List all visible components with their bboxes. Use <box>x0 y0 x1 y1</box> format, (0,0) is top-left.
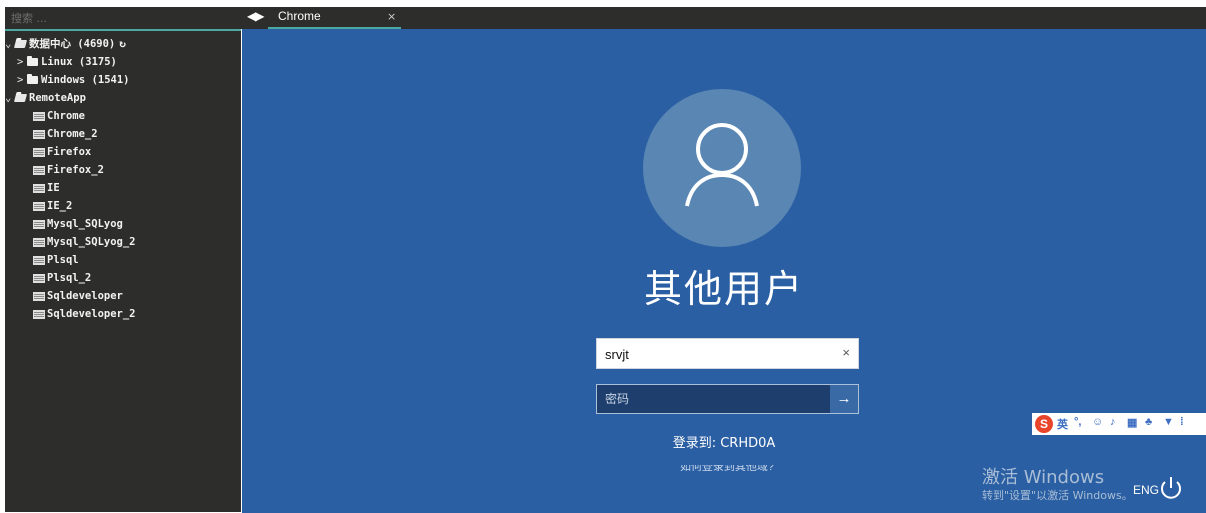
tree-folder-item[interactable]: > Linux (3175) <box>17 53 117 71</box>
tab-close-icon[interactable]: × <box>387 10 396 23</box>
tab-bar: ◀▶ Chrome × <box>241 7 1206 29</box>
tab-label: Chrome <box>278 9 321 23</box>
activation-watermark-title: 激活 Windows <box>982 467 1105 488</box>
tree-folder-item[interactable]: ⌄ RemoteApp <box>5 89 86 107</box>
chevron-down-icon[interactable]: ⌄ <box>5 89 15 107</box>
chevron-right-icon[interactable]: > <box>17 53 27 71</box>
tab-nav-arrows-icon[interactable]: ◀▶ <box>247 9 264 23</box>
ime-language-toggle[interactable]: 英 <box>1057 416 1068 432</box>
tree-item-label: Chrome_2 <box>47 128 98 140</box>
username-field[interactable]: × <box>596 338 859 369</box>
folder-open-icon <box>13 94 28 102</box>
folder-open-icon <box>13 40 28 48</box>
toolbox-icon[interactable]: ♣ <box>1145 416 1152 428</box>
user-avatar <box>643 89 801 247</box>
ime-logo-icon[interactable]: S <box>1035 415 1053 433</box>
user-icon <box>685 123 759 207</box>
tree-item-label: 数据中心 (4690) <box>29 38 116 50</box>
tree-app-item[interactable]: Plsql <box>33 251 79 269</box>
tab-chrome[interactable]: Chrome × <box>268 7 401 29</box>
tree-folder-item[interactable]: ⌄ 数据中心 (4690) ↻ <box>5 35 126 53</box>
tree-item-label: Mysql_SQLyog_2 <box>47 236 136 248</box>
search-input[interactable] <box>11 10 231 26</box>
punctuation-icon[interactable]: °, <box>1074 416 1081 428</box>
folder-icon <box>27 56 38 66</box>
refresh-icon[interactable]: ↻ <box>119 37 126 50</box>
tree-item-label: Windows (1541) <box>41 74 130 86</box>
more-icon[interactable]: ⁞ <box>1180 416 1184 428</box>
password-field[interactable]: → <box>596 384 859 414</box>
app-window-icon <box>33 165 45 175</box>
app-window-icon <box>33 201 45 211</box>
app-window-icon <box>33 255 45 265</box>
app-window-icon <box>33 147 45 157</box>
keyboard-icon[interactable]: ▦ <box>1127 416 1137 429</box>
tree-item-label: Chrome <box>47 110 85 122</box>
tree-item-label: Sqldeveloper <box>47 290 123 302</box>
forgot-domain-link[interactable]: 如何登录到其他域? <box>662 465 792 471</box>
chevron-right-icon[interactable]: > <box>17 71 27 89</box>
power-symbol-icon <box>1161 477 1181 499</box>
tree-item-label: Firefox <box>47 146 92 158</box>
tree-app-item[interactable]: IE_2 <box>33 197 72 215</box>
tree-app-item[interactable]: IE <box>33 179 60 197</box>
tree-app-item[interactable]: Mysql_SQLyog <box>33 215 123 233</box>
tree-app-item[interactable]: Sqldeveloper <box>33 287 123 305</box>
tree-item-label: Linux (3175) <box>41 56 117 68</box>
chevron-down-icon[interactable]: ⌄ <box>5 35 15 53</box>
tree-app-item[interactable]: Chrome <box>33 107 85 125</box>
microphone-icon[interactable]: ♪ <box>1110 416 1116 428</box>
remote-desktop: 其他用户 × → 登录到: CRHD0A 如何登录到其他域? S 英 °, ☺ … <box>242 29 1206 513</box>
tree-app-item[interactable]: Chrome_2 <box>33 125 98 143</box>
app-window-icon <box>33 219 45 229</box>
ime-toolbar[interactable]: S 英 °, ☺ ♪ ▦ ♣ ▼ ⁞ <box>1032 413 1206 435</box>
app-window-icon <box>33 237 45 247</box>
app-window-icon <box>33 291 45 301</box>
tree-item-label: Plsql_2 <box>47 272 92 284</box>
skin-icon[interactable]: ▼ <box>1163 416 1174 428</box>
submit-arrow-button[interactable]: → <box>830 385 858 413</box>
tree-item-label: IE <box>47 182 60 194</box>
app-window-icon <box>33 273 45 283</box>
tree-app-item[interactable]: Firefox <box>33 143 91 161</box>
folder-icon <box>27 74 38 84</box>
sidebar: ⌄ 数据中心 (4690)↻ > Linux (3175) > Windows (1541… <box>5 7 241 512</box>
app-window-icon <box>33 129 45 139</box>
power-icon[interactable] <box>1156 473 1186 503</box>
activation-watermark-text: 转到"设置"以激活 Windows。 <box>982 489 1133 502</box>
tree-app-item[interactable]: Mysql_SQLyog_2 <box>33 233 136 251</box>
username-input[interactable] <box>605 344 825 364</box>
tree-item-label: RemoteApp <box>29 92 86 104</box>
tree-item-label: IE_2 <box>47 200 73 212</box>
clear-icon[interactable]: × <box>842 345 850 360</box>
tree-app-item[interactable]: Firefox_2 <box>33 161 104 179</box>
tree-app-item[interactable]: Plsql_2 <box>33 269 91 287</box>
tree-app-item[interactable]: Sqldeveloper_2 <box>33 305 136 323</box>
search-box <box>5 7 241 31</box>
emoji-icon[interactable]: ☺ <box>1092 416 1103 428</box>
password-input[interactable] <box>605 390 825 408</box>
tree-item-label: Mysql_SQLyog <box>47 218 123 230</box>
app-window-icon <box>33 309 45 319</box>
app-window-icon <box>33 183 45 193</box>
tree-folder-item[interactable]: > Windows (1541) <box>17 71 130 89</box>
tree-item-label: Plsql <box>47 254 79 266</box>
app-window-icon <box>33 111 45 121</box>
tree-item-label: Sqldeveloper_2 <box>47 308 136 320</box>
tree-item-label: Firefox_2 <box>47 164 104 176</box>
user-title: 其他用户 <box>643 267 804 311</box>
